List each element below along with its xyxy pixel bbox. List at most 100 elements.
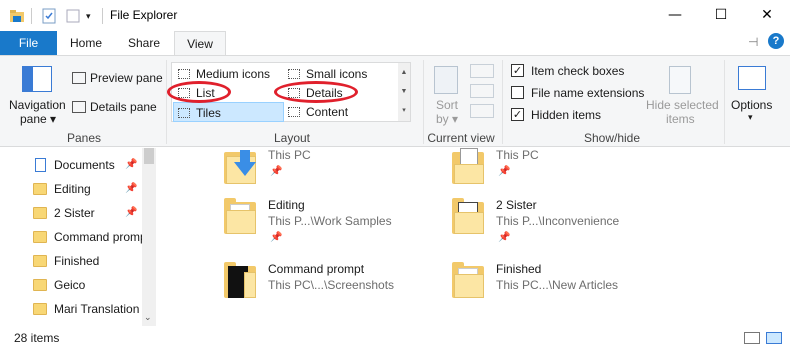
highlight-oval-list (167, 81, 231, 103)
divider (31, 8, 32, 24)
folder-icon (452, 262, 484, 298)
scroll-down-icon[interactable]: ▼ (398, 82, 410, 101)
tab-share[interactable]: Share (118, 31, 170, 55)
sort-by-button[interactable]: Sort by ▾ (428, 62, 464, 128)
layout-gallery-scroll[interactable]: ▲ ▼ ▾ (398, 63, 410, 121)
hidden-items-label: Hidden items (531, 108, 602, 122)
hide-selected-items-icon (669, 66, 691, 94)
expand-gallery-icon[interactable]: ▾ (398, 101, 410, 120)
nav-item-label: Mari Translation (54, 302, 140, 316)
panes-group-label: Panes (66, 131, 102, 145)
tab-file[interactable]: File (0, 31, 57, 55)
navigation-pane-label-2: pane ▾ (20, 112, 57, 126)
options-icon (738, 66, 766, 90)
navigation-pane: Documents 📌 Editing 📌 2 Sister 📌 Command… (0, 148, 158, 326)
file-name-extensions-checkbox[interactable] (511, 86, 524, 99)
current-view-group-label: Current view (427, 131, 495, 145)
item-check-boxes-label: Item check boxes (531, 64, 625, 78)
tile-name: Editing (268, 198, 305, 212)
new-folder-icon[interactable] (65, 8, 81, 24)
nav-item-finished[interactable]: Finished (33, 250, 143, 272)
layout-content[interactable]: Content (284, 102, 396, 122)
downloads-folder-icon (224, 148, 256, 184)
highlight-oval-details (274, 81, 358, 103)
preview-pane-button[interactable]: Preview pane (70, 70, 163, 88)
navigation-pane-icon (22, 66, 52, 92)
nav-scrollbar[interactable]: ⌄ (142, 148, 156, 326)
group-divider (166, 60, 167, 144)
folder-icon (33, 183, 47, 195)
pin-ribbon-icon[interactable]: ⊣ (748, 35, 758, 49)
pin-icon: 📌 (125, 207, 138, 218)
tiles-label: Tiles (196, 106, 221, 120)
nav-item-mari-translation[interactable]: Mari Translation (33, 298, 143, 320)
item-count: 28 items (14, 331, 60, 345)
group-by-icon[interactable] (470, 64, 494, 78)
navigation-pane-button[interactable]: Navigation pane ▾ (4, 62, 66, 128)
details-view-icon[interactable] (744, 332, 760, 344)
content-label: Content (306, 105, 349, 119)
item-check-boxes-checkbox[interactable]: ✓ (511, 64, 524, 77)
nav-item-editing[interactable]: Editing 📌 (33, 178, 143, 200)
sort-by-icon (434, 66, 458, 94)
pin-icon: 📌 (270, 232, 283, 243)
close-button[interactable]: ✕ (744, 0, 790, 31)
hide-selected-label-1: Hide selected (646, 98, 719, 112)
nav-item-label: Command prompt (54, 230, 144, 244)
documents-folder-icon (452, 148, 484, 184)
size-columns-icon[interactable] (470, 104, 494, 118)
details-pane-label: Details pane (90, 100, 157, 114)
tile-2-sister[interactable]: 2 Sister This P...\Inconvenience 📌 (452, 198, 672, 258)
layout-tiles[interactable]: Tiles (173, 102, 284, 122)
tile-command-prompt[interactable]: Command prompt This PC\...\Screenshots (224, 262, 444, 322)
nav-item-label: Geico (54, 278, 86, 292)
minimize-button[interactable]: — (652, 0, 698, 31)
scroll-down-icon[interactable]: ⌄ (144, 312, 152, 323)
tile-path: This PC...\New Articles (496, 278, 619, 292)
properties-icon[interactable] (41, 8, 57, 24)
maximize-button[interactable]: ☐ (698, 0, 744, 31)
tab-home[interactable]: Home (62, 31, 110, 55)
tile-path: This P...\Inconvenience (496, 214, 620, 228)
tile-finished[interactable]: Finished This PC...\New Articles (452, 262, 672, 322)
pin-icon: 📌 (270, 166, 283, 177)
details-pane-button[interactable]: Details pane (70, 99, 162, 117)
large-icons-view-icon[interactable] (766, 332, 782, 344)
ribbon-tabs: File Home Share View ⊣ ? (0, 31, 790, 55)
nav-item-command-prompt[interactable]: Command prompt (33, 226, 144, 248)
ribbon-view: Navigation pane ▾ Preview pane Details p… (0, 55, 790, 147)
preview-pane-label: Preview pane (90, 71, 163, 85)
divider (102, 8, 103, 24)
tile-path: This PC (496, 148, 539, 162)
sort-by-label-2: by ▾ (436, 112, 459, 126)
nav-item-2-sister[interactable]: 2 Sister 📌 (33, 202, 143, 224)
preview-pane-icon (72, 72, 86, 84)
tile-name: 2 Sister (496, 198, 537, 212)
hide-selected-items-button[interactable]: Hide selected items (644, 62, 719, 128)
scroll-up-icon[interactable]: ▲ (398, 63, 410, 82)
options-label: Options (731, 98, 773, 112)
scroll-thumb[interactable] (144, 148, 154, 164)
customize-quick-access-icon[interactable]: ▾ (86, 8, 96, 24)
status-bar: 28 items (0, 326, 790, 349)
options-button[interactable]: Options ▾ (728, 62, 776, 128)
medium-icons-icon (178, 69, 190, 79)
tile-editing[interactable]: Editing This P...\Work Samples 📌 (224, 198, 444, 258)
small-icons-label: Small icons (306, 67, 368, 81)
hidden-items-checkbox[interactable]: ✓ (511, 108, 524, 121)
show-hide-group-label: Show/hide (583, 131, 641, 145)
tile-name: Command prompt (268, 262, 365, 276)
add-columns-icon[interactable] (470, 84, 494, 98)
nav-item-documents[interactable]: Documents 📌 (33, 154, 143, 176)
tab-view[interactable]: View (174, 31, 226, 55)
content-area: This PC 📌 This PC 📌 Editing This P...\Wo… (158, 148, 790, 326)
folder-icon (452, 198, 484, 234)
layout-group-label: Layout (273, 131, 311, 145)
nav-item-geico[interactable]: Geico (33, 274, 143, 296)
help-icon[interactable]: ? (768, 33, 784, 49)
pin-icon: 📌 (125, 183, 138, 194)
options-arrow-icon: ▾ (748, 112, 753, 122)
hide-selected-label-2: items (666, 112, 695, 126)
sort-by-label-1: Sort (436, 98, 459, 112)
pin-icon: 📌 (498, 166, 511, 177)
